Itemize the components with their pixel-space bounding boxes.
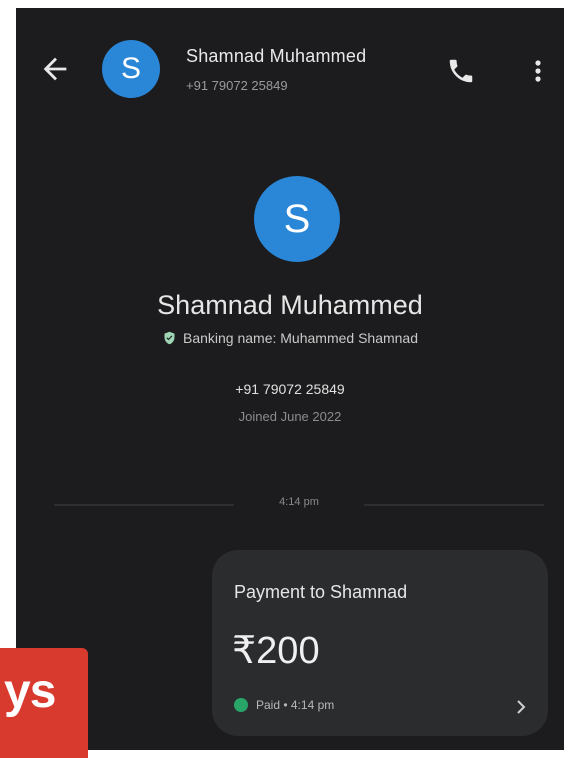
profile-phone: +91 79072 25849 [235,381,345,397]
payment-title: Payment to Shamnad [234,582,408,602]
chat-header: S Shamnad Muhammed +91 79072 25849 [16,8,564,118]
avatar[interactable]: S [102,40,160,98]
paid-check-icon [234,698,248,712]
conversation-screen: S Shamnad Muhammed +91 79072 25849 S Sha… [16,8,564,750]
verified-shield-icon [164,331,175,345]
payment-status-text: Paid • 4:14 pm [256,698,335,712]
back-arrow-icon[interactable] [38,52,72,86]
divider-time: 4:14 pm [279,496,319,508]
phone-icon[interactable] [446,56,476,86]
more-vert-icon[interactable] [528,56,548,86]
profile-avatar: S [254,176,340,262]
divider-line-right [364,504,544,506]
banking-name: Banking name: Muhammed Shamnad [16,330,564,346]
contact-phone: +91 79072 25849 [186,78,288,93]
payment-status: Paid • 4:14 pm [234,698,334,712]
profile-name: Shamnad Muhammed [157,290,423,320]
chevron-right-icon[interactable] [514,698,528,716]
red-overlay-banner: ys [0,648,88,758]
overlay-text: ys [4,665,56,718]
payment-amount: ₹200 [232,630,320,672]
banking-name-text: Banking name: Muhammed Shamnad [182,330,419,346]
joined-date: Joined June 2022 [238,409,342,424]
time-divider: 4:14 pm [54,492,544,518]
contact-name: Shamnad Muhammed [186,46,367,66]
payment-card[interactable]: Payment to Shamnad ₹200 Paid • 4:14 pm [212,550,548,736]
